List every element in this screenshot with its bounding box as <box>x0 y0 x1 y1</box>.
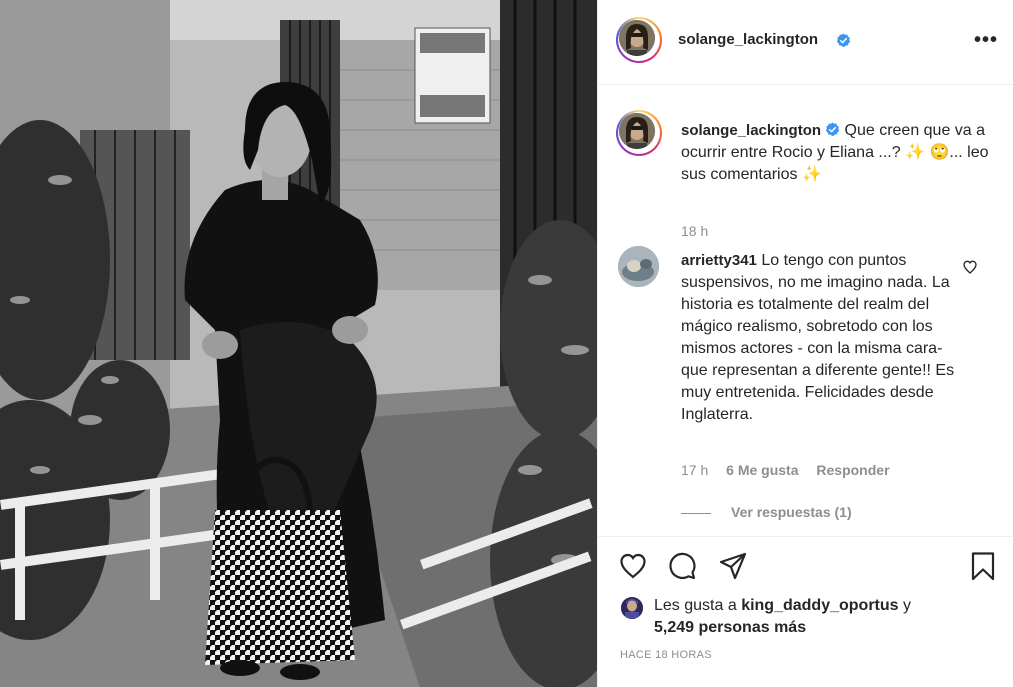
comment-like-icon[interactable] <box>962 259 978 275</box>
caption-time[interactable]: 18 h <box>681 223 708 239</box>
likes-connector: y <box>903 597 911 614</box>
likes-prefix: Les gusta a <box>654 597 737 614</box>
comment-text: arrietty341 Lo tengo con puntos suspensi… <box>681 250 966 426</box>
comment-meta: 17 h 6 Me gusta Responder <box>681 462 904 478</box>
commenter-username[interactable]: arrietty341 <box>681 252 757 269</box>
post-photo <box>0 0 597 687</box>
bookmark-icon[interactable] <box>968 551 998 581</box>
liker-username[interactable]: king_daddy_oportus <box>741 597 898 614</box>
author-username[interactable]: solange_lackington <box>678 31 818 48</box>
caption-username[interactable]: solange_lackington <box>681 122 821 139</box>
comments-list: solange_lackington Que creen que va a oc… <box>598 86 1013 535</box>
likes-summary: Les gusta a king_daddy_oportus y 5,249 p… <box>654 595 994 639</box>
post-header: solange_lackington ••• <box>598 0 1013 85</box>
post-photo-image <box>0 0 597 687</box>
heart-icon[interactable] <box>618 551 648 581</box>
commenter-avatar[interactable] <box>618 246 659 287</box>
author-avatar[interactable] <box>616 17 662 63</box>
likes-count[interactable]: 5,249 personas más <box>654 619 806 636</box>
send-icon[interactable] <box>718 551 748 581</box>
verified-badge-icon <box>836 33 851 47</box>
view-replies-label: Ver respuestas (1) <box>731 504 852 520</box>
reply-button[interactable]: Responder <box>816 462 889 478</box>
view-replies-button[interactable]: Ver respuestas (1) <box>681 504 852 520</box>
more-options-icon[interactable]: ••• <box>974 30 998 50</box>
caption-text: solange_lackington Que creen que va a oc… <box>681 120 1001 186</box>
post-timestamp[interactable]: HACE 18 HORAS <box>620 649 712 661</box>
verified-badge-icon <box>825 122 840 136</box>
post-sidebar: solange_lackington ••• solange_lackingto… <box>597 0 1013 687</box>
post-actions: Les gusta a king_daddy_oportus y 5,249 p… <box>598 536 1013 687</box>
comment-likes[interactable]: 6 Me gusta <box>726 462 798 478</box>
caption-avatar[interactable] <box>616 110 662 156</box>
liker-avatar[interactable] <box>621 597 643 619</box>
comment-body: Lo tengo con puntos suspensivos, no me i… <box>681 252 955 423</box>
comment-time[interactable]: 17 h <box>681 462 708 478</box>
replies-divider <box>681 512 711 514</box>
comment-icon[interactable] <box>668 551 698 581</box>
